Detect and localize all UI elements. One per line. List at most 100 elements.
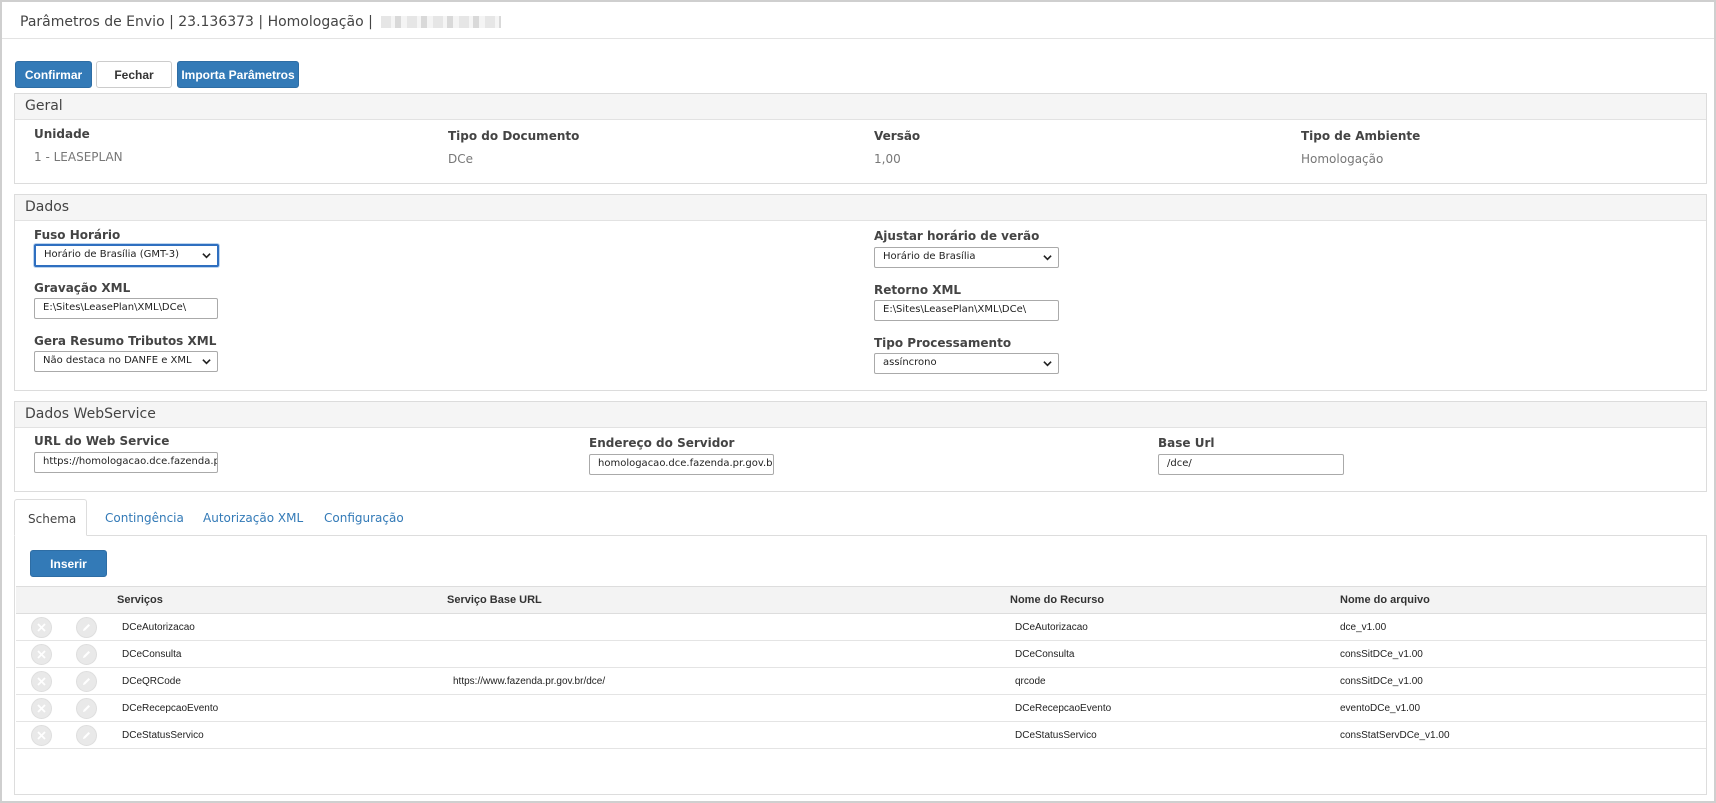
versao-value: 1,00 (874, 152, 901, 166)
table-row: DCeStatusServico DCeStatusServico consStat… (16, 721, 1706, 749)
actions-header (16, 586, 117, 614)
gera-resumo-value: Não destaca no DANFE e XML (43, 355, 192, 366)
cell-base-url (447, 640, 1010, 668)
pencil-icon (83, 704, 90, 712)
delete-row-button[interactable] (31, 643, 52, 665)
page-title-text: Parâmetros de Envio | 23.136373 | Homolo… (20, 14, 373, 30)
row-actions (16, 640, 117, 668)
cell-servico: DCeQRCode (117, 667, 447, 695)
dados-panel: Dados (14, 194, 1707, 391)
edit-row-button[interactable] (76, 670, 97, 692)
delete-row-button[interactable] (31, 670, 52, 692)
tipo-documento-label: Tipo do Documento (448, 129, 580, 143)
table-row: DCeRecepcaoEvento DCeRecepcaoEvento evento… (16, 694, 1706, 722)
tipo-ambiente-value: Homologação (1301, 152, 1384, 166)
retorno-xml-label: Retorno XML (874, 283, 962, 297)
cell-servico: DCeAutorizacao (117, 613, 447, 641)
url-web-service-input[interactable]: https://homologacao.dce.fazenda.pr.gov.b… (34, 452, 218, 473)
close-icon (37, 622, 46, 632)
cell-nome-arquivo: consSitDCe_v1.00 (1340, 667, 1706, 695)
close-icon (37, 730, 46, 740)
gera-resumo-label: Gera Resumo Tributos XML (34, 334, 217, 348)
cell-nome-recurso: DCeConsulta (1010, 640, 1340, 668)
tipo-processamento-select[interactable]: assíncrono (874, 353, 1059, 374)
edit-row-button[interactable] (76, 724, 97, 746)
tab-configuracao[interactable]: Configuração (311, 499, 417, 536)
cell-nome-recurso: qrcode (1010, 667, 1340, 695)
edit-row-button[interactable] (76, 643, 97, 665)
webservice-panel: Dados WebService (14, 401, 1707, 492)
column-header-base-url: Serviço Base URL (447, 586, 1010, 614)
edit-row-button[interactable] (76, 616, 97, 638)
retorno-xml-input[interactable]: E:\Sites\LeasePlan\XML\DCe\ (874, 300, 1059, 321)
tipo-processamento-value: assíncrono (883, 357, 937, 368)
chevron-down-icon (1043, 361, 1052, 367)
delete-row-button[interactable] (31, 616, 52, 638)
close-icon (37, 649, 46, 659)
close-button[interactable]: Fechar (96, 61, 172, 88)
tab-contingencia[interactable]: Contingência (92, 499, 197, 536)
cell-nome-arquivo: dce_v1.00 (1340, 613, 1706, 641)
insert-button[interactable]: Inserir (30, 550, 107, 577)
column-header-nome-arquivo: Nome do arquivo (1340, 586, 1706, 614)
dados-heading: Dados (15, 195, 1706, 221)
column-header-nome-recurso: Nome do Recurso (1010, 586, 1340, 614)
delete-row-button[interactable] (31, 697, 52, 719)
tab-schema[interactable]: Schema (14, 499, 87, 536)
row-actions (16, 721, 117, 749)
fuso-horario-value: Horário de Brasília (GMT-3) (44, 249, 180, 260)
unidade-value: 1 - LEASEPLAN (34, 150, 123, 164)
close-icon (37, 703, 46, 713)
chevron-down-icon (1043, 255, 1052, 261)
redacted-name (381, 16, 502, 28)
schema-table: Serviços Serviço Base URL Nome do Recurs… (16, 586, 1706, 749)
horario-verao-label: Ajustar horário de verão (874, 229, 1040, 243)
tipo-processamento-label: Tipo Processamento (874, 336, 1012, 350)
confirm-button[interactable]: Confirmar (15, 61, 92, 88)
cell-nome-arquivo: consSitDCe_v1.00 (1340, 640, 1706, 668)
endereco-servidor-input[interactable]: homologacao.dce.fazenda.pr.gov.br (589, 454, 774, 475)
cell-base-url: https://www.fazenda.pr.gov.br/dce/ (447, 667, 1010, 695)
geral-heading: Geral (15, 94, 1706, 120)
cell-servico: DCeConsulta (117, 640, 447, 668)
tipo-ambiente-label: Tipo de Ambiente (1301, 129, 1421, 143)
tipo-documento-value: DCe (448, 152, 474, 166)
import-parameters-button[interactable]: Importa Parâmetros (177, 61, 299, 88)
title-bar: Parâmetros de Envio | 23.136373 | Homolo… (2, 2, 1714, 39)
page-title: Parâmetros de Envio | 23.136373 | Homolo… (20, 14, 502, 30)
pencil-icon (83, 623, 90, 631)
row-actions (16, 613, 117, 641)
table-row: DCeAutorizacao DCeAutorizacao dce_v1.00 (16, 613, 1706, 641)
unidade-label: Unidade (34, 127, 90, 141)
table-row: DCeConsulta DCeConsulta consSitDCe_v1.00 (16, 640, 1706, 668)
delete-row-button[interactable] (31, 724, 52, 746)
endereco-servidor-label: Endereço do Servidor (589, 436, 735, 450)
gravacao-xml-input[interactable]: E:\Sites\LeasePlan\XML\DCe\ (34, 298, 218, 319)
cell-servico: DCeRecepcaoEvento (117, 694, 447, 722)
versao-label: Versão (874, 129, 921, 143)
table-row: DCeQRCode https://www.fazenda.pr.gov.br/d… (16, 667, 1706, 695)
cell-nome-recurso: DCeStatusServico (1010, 721, 1340, 749)
edit-row-button[interactable] (76, 697, 97, 719)
cell-base-url (447, 694, 1010, 722)
close-icon (37, 676, 46, 686)
horario-verao-value: Horário de Brasília (883, 251, 976, 262)
gravacao-xml-label: Gravação XML (34, 281, 131, 295)
tab-autorizacao-xml[interactable]: Autorização XML (190, 499, 316, 536)
webservice-heading: Dados WebService (15, 402, 1706, 428)
geral-panel: Geral (14, 93, 1707, 184)
pencil-icon (83, 650, 90, 658)
row-actions (16, 694, 117, 722)
column-header-servicos: Serviços (117, 586, 447, 614)
horario-verao-select[interactable]: Horário de Brasília (874, 247, 1059, 268)
cell-servico: DCeStatusServico (117, 721, 447, 749)
gera-resumo-select[interactable]: Não destaca no DANFE e XML (34, 351, 218, 372)
cell-nome-arquivo: consStatServDCe_v1.00 (1340, 721, 1706, 749)
base-url-label: Base Url (1158, 436, 1215, 450)
pencil-icon (83, 677, 90, 685)
chevron-down-icon (202, 359, 211, 365)
cell-nome-recurso: DCeAutorizacao (1010, 613, 1340, 641)
tab-bar: Schema Contingência Autorização XML Conf… (14, 499, 1707, 536)
base-url-input[interactable]: /dce/ (1158, 454, 1344, 475)
fuso-horario-select[interactable]: Horário de Brasília (GMT-3) (34, 244, 219, 267)
